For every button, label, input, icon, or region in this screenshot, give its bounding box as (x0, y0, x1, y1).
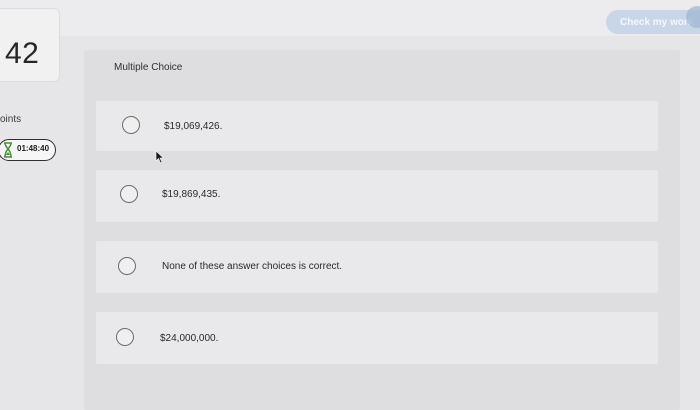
answer-option-label: $24,000,000. (160, 333, 219, 344)
answer-option-4[interactable]: $24,000,000. (96, 312, 658, 364)
top-bar (0, 0, 700, 36)
points-label: oints (0, 114, 22, 125)
radio-button[interactable] (118, 257, 136, 275)
radio-button[interactable] (122, 116, 140, 134)
answer-option-3[interactable]: None of these answer choices is correct. (96, 241, 658, 293)
timer-text: 01:48:40 (17, 144, 50, 153)
question-number: 42 (5, 37, 40, 70)
hourglass-icon (4, 142, 12, 158)
check-my-work-label: Check my work (620, 16, 694, 28)
answer-option-label: $19,069,426. (164, 121, 223, 132)
answer-option-2[interactable]: $19,869,435. (96, 170, 658, 222)
answer-option-label: None of these answer choices is correct. (162, 261, 343, 272)
radio-button[interactable] (120, 185, 138, 203)
mouse-pointer-icon (155, 150, 165, 164)
answer-option-label: $19,869,435. (162, 189, 221, 200)
timer-badge: 01:48:40 (0, 139, 56, 161)
answer-option-1[interactable]: $19,069,426. (96, 101, 658, 151)
radio-button[interactable] (116, 328, 134, 346)
question-number-card: 42 (0, 8, 60, 82)
question-type-label: Multiple Choice (114, 62, 183, 73)
